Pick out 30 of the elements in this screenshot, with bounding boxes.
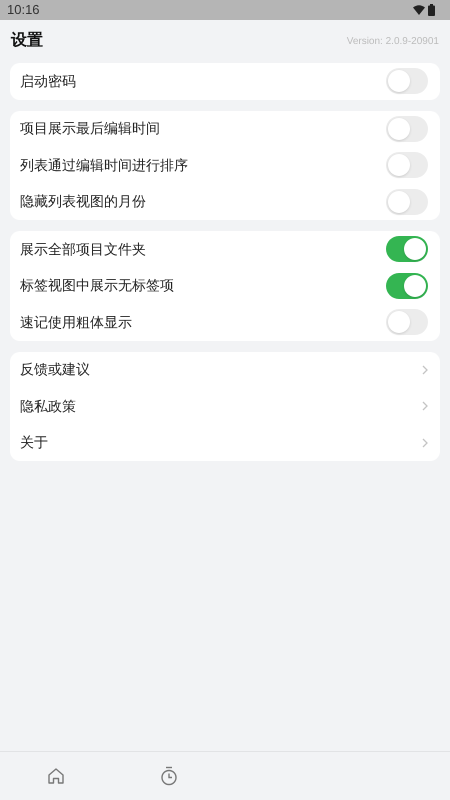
- chevron-right-icon: [422, 401, 428, 412]
- setting-label: 启动密码: [20, 72, 76, 91]
- setting-label: 速记使用粗体显示: [20, 312, 132, 332]
- timer-icon[interactable]: [160, 766, 178, 786]
- toggle-switch[interactable]: [386, 309, 428, 336]
- chevron-right-icon: [422, 438, 428, 448]
- home-icon[interactable]: [47, 767, 66, 785]
- toggle-switch[interactable]: [386, 272, 428, 299]
- settings-link-row[interactable]: 隐私政策: [10, 388, 440, 424]
- setting-label: 项目展示最后编辑时间: [20, 119, 160, 138]
- settings-link-row[interactable]: 反馈或建议: [10, 352, 440, 388]
- setting-label: 反馈或建议: [20, 360, 90, 380]
- page-title: 设置: [11, 30, 43, 51]
- toggle-switch[interactable]: [386, 236, 428, 262]
- battery-icon: [428, 4, 435, 16]
- toggle-switch[interactable]: [386, 116, 428, 142]
- toggle-switch[interactable]: [386, 68, 428, 94]
- setting-label: 标签视图中展示无标签项: [20, 276, 174, 296]
- version-text: Version: 2.0.9-20901: [346, 34, 439, 48]
- setting-label: 隐藏列表视图的月份: [20, 192, 146, 212]
- setting-label: 展示全部项目文件夹: [20, 240, 146, 259]
- status-time: 10:16: [7, 1, 40, 20]
- settings-link-row[interactable]: 关于: [10, 424, 440, 461]
- setting-label: 关于: [20, 433, 48, 452]
- toggle-switch[interactable]: [386, 188, 428, 215]
- chevron-right-icon: [422, 364, 428, 375]
- wifi-icon: [413, 5, 425, 15]
- setting-label: 列表通过编辑时间进行排序: [20, 156, 188, 175]
- toggle-switch[interactable]: [386, 152, 428, 178]
- setting-label: 隐私政策: [20, 396, 76, 416]
